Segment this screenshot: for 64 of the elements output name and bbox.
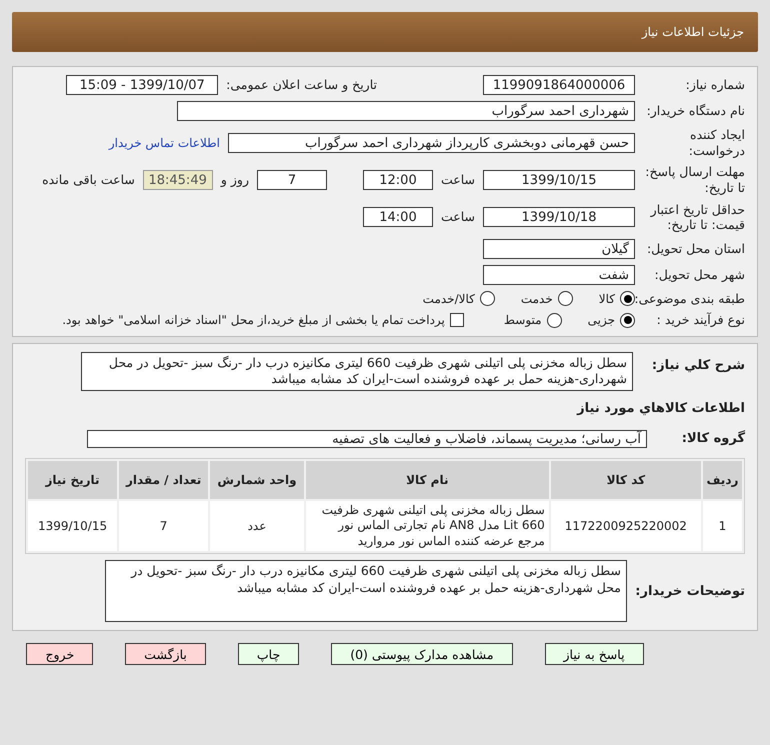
column-header: واحد شمارش <box>210 460 304 498</box>
city-field: شفت <box>483 264 635 285</box>
need-number-field: 1199091864000006 <box>483 75 635 95</box>
column-header: کد کالا <box>550 460 701 498</box>
deadline-date-field: 1399/10/15 <box>483 170 635 190</box>
field-label: ساعت <box>440 172 475 188</box>
option-label: کالا <box>598 292 615 306</box>
column-header: ردیف <box>702 460 742 498</box>
action-button[interactable]: پاسخ به نیاز <box>544 643 644 666</box>
column-header: تاریخ نیاز <box>28 460 118 498</box>
remaining-time-field: 18:45:49 <box>142 170 213 190</box>
field-label: توضیحات خریدار: <box>635 584 745 599</box>
checkbox[interactable] <box>450 313 464 328</box>
table-cell: عدد <box>210 500 304 552</box>
radio-button[interactable] <box>558 291 573 306</box>
action-button[interactable]: چاپ <box>238 643 300 666</box>
action-button[interactable]: خروج <box>26 643 94 666</box>
announce-date-field: 1399/10/07 - 15:09 <box>66 75 218 95</box>
days-field: 7 <box>256 170 327 190</box>
table-cell: 7 <box>119 500 208 552</box>
validity-date-field: 1399/10/18 <box>483 207 635 228</box>
radio-button[interactable] <box>480 291 495 306</box>
option-label: متوسط <box>504 313 542 328</box>
table-cell: 1399/10/15 <box>28 500 118 552</box>
column-header: نام کالا <box>306 460 549 498</box>
radio-button[interactable] <box>620 291 635 306</box>
buyer-contact-link[interactable]: اطلاعات تماس خریدار <box>108 136 220 150</box>
option-label: جزیی <box>588 313 615 328</box>
field-label: نوع فرآیند خرید : <box>656 312 745 328</box>
table-cell: سطل زباله مخزنی پلی اتیلنی شهری ظرفیت Lit 660 مدل AN8 نام تجارتی الماس نور مرجع عرضه کننده الماس نور مروارید <box>306 500 549 552</box>
radio-button[interactable] <box>546 312 562 328</box>
section-heading: اطلاعات كالاهاي مورد نياز <box>576 400 745 416</box>
validity-time-field: 14:00 <box>362 207 433 228</box>
table-cell: 1 <box>702 500 742 552</box>
field-label: نام دستگاه خریدار: <box>646 103 745 119</box>
field-label: تاریخ و ساعت اعلان عمومی: <box>226 77 377 93</box>
action-button[interactable]: مشاهده مدارک پیوستی (0) <box>331 643 513 666</box>
description-field: سطل زباله مخزنی پلی اتیلنی شهری ظرفیت 660 لیتری مکانیزه درب دار -رنگ سبز -تحویل در محل شهرداری-هزینه حمل بر عهده فروشنده است-ایران کد مشابه میباشد <box>81 352 633 390</box>
header-bar: جزئیات اطلاعات نیاز <box>12 12 758 52</box>
option-label: خدمت <box>520 292 553 306</box>
field-label: شماره نیاز: <box>684 77 745 93</box>
field-label: شرح كلي نياز: <box>650 357 745 373</box>
goods-group-field: آب رسانی؛ مدیریت پسماند، فاضلاب و فعالیت های تصفیه <box>87 430 647 448</box>
field-label: مهلت ارسال پاسخ: تا تاریخ: <box>645 164 745 196</box>
field-label: استان محل تحویل: <box>646 240 745 257</box>
deadline-time-field: 12:00 <box>362 170 433 190</box>
radio-button[interactable] <box>620 312 635 328</box>
field-label: شهر محل تحویل: <box>654 266 745 283</box>
field-label: ساعت <box>440 209 475 225</box>
option-label: پرداخت تمام یا بخشی از مبلغ خرید،از محل "اسناد خزانه اسلامی" خواهد بود. <box>62 313 445 328</box>
field-label: گروه کالا: <box>680 431 745 446</box>
table-cell: 1172200925220002 <box>550 500 701 552</box>
field-label: ساعت باقی مانده <box>42 172 135 188</box>
field-label: طبقه بندی موضوعی: <box>635 290 745 306</box>
option-label: کالا/خدمت <box>422 292 475 306</box>
buyer-notes-field: سطل زباله مخزنی پلی اتیلنی شهری ظرفیت 660 لیتری مکانیزه درب دار -رنگ سبز -تحویل در محل شهرداری-هزینه حمل بر عهده فروشنده است-ایران کد مشابه میباشد <box>105 560 627 622</box>
action-button[interactable]: بازگشت <box>125 643 206 666</box>
field-label: حداقل تاریخ اعتبار قیمت: تا تاریخ: <box>649 202 745 233</box>
buyer-org-field: شهرداری احمد سرگوراب <box>177 101 635 121</box>
creator-field: حسن قهرمانی دوبخشری کارپرداز شهرداری احمد سرگوراب <box>228 132 635 153</box>
province-field: گیلان <box>483 238 635 259</box>
field-label: ایجاد کننده درخواست: <box>688 127 745 158</box>
column-header: تعداد / مقدار <box>119 460 208 498</box>
field-label: روز و <box>220 172 249 188</box>
